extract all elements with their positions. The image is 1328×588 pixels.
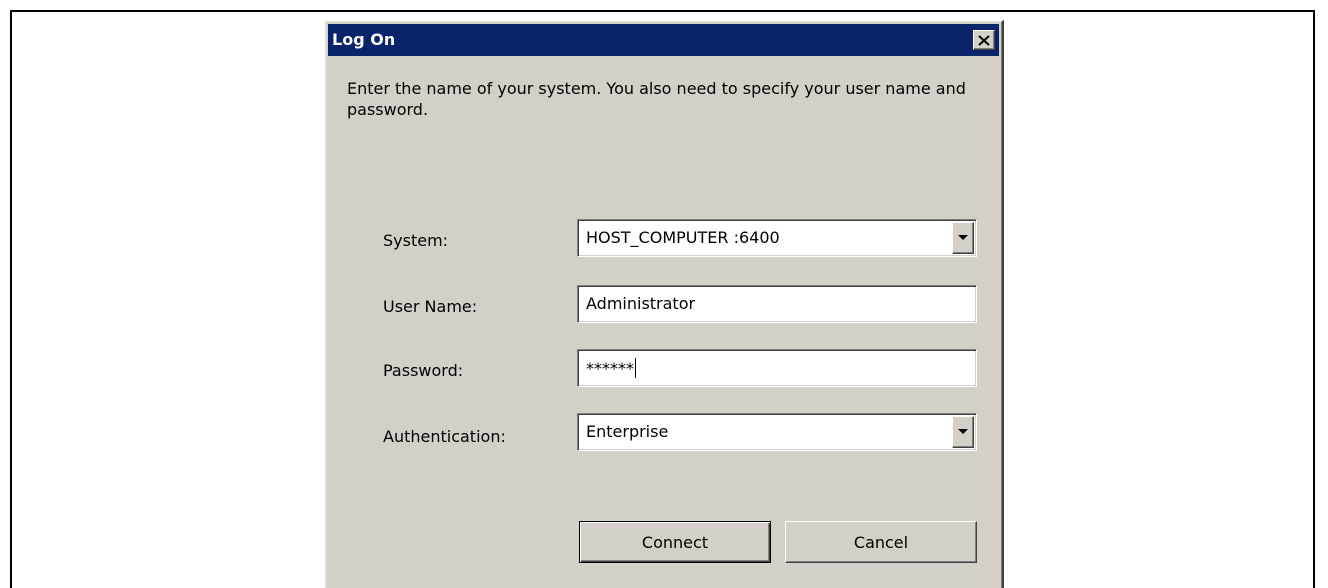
- user-name-input[interactable]: Administrator: [577, 285, 977, 323]
- user-name-value: Administrator: [586, 294, 696, 313]
- system-label: System:: [383, 231, 449, 250]
- text-caret: [635, 358, 636, 378]
- close-icon: [978, 34, 990, 46]
- cancel-button[interactable]: Cancel: [785, 521, 977, 563]
- chevron-down-icon: [958, 429, 968, 434]
- log-on-dialog: Log On Enter the name of your system. Yo…: [324, 20, 1004, 588]
- connect-button[interactable]: Connect: [579, 521, 771, 563]
- authentication-dropdown-button[interactable]: [952, 416, 974, 448]
- password-label: Password:: [383, 361, 464, 380]
- chevron-down-icon: [958, 235, 968, 240]
- title-bar[interactable]: Log On: [328, 24, 999, 56]
- dialog-description: Enter the name of your system. You also …: [347, 79, 966, 119]
- authentication-combobox[interactable]: Enterprise: [577, 413, 977, 451]
- user-name-label: User Name:: [383, 297, 478, 316]
- password-value: ******: [586, 359, 634, 378]
- close-button[interactable]: [973, 30, 995, 50]
- system-value: HOST_COMPUTER :6400: [586, 228, 780, 247]
- system-combobox[interactable]: HOST_COMPUTER :6400: [577, 219, 977, 257]
- authentication-label: Authentication:: [383, 427, 506, 446]
- password-value-wrap: ******: [586, 358, 636, 378]
- system-dropdown-button[interactable]: [952, 222, 974, 254]
- password-input[interactable]: ******: [577, 349, 977, 387]
- authentication-value: Enterprise: [586, 422, 669, 441]
- dialog-title: Log On: [332, 30, 396, 49]
